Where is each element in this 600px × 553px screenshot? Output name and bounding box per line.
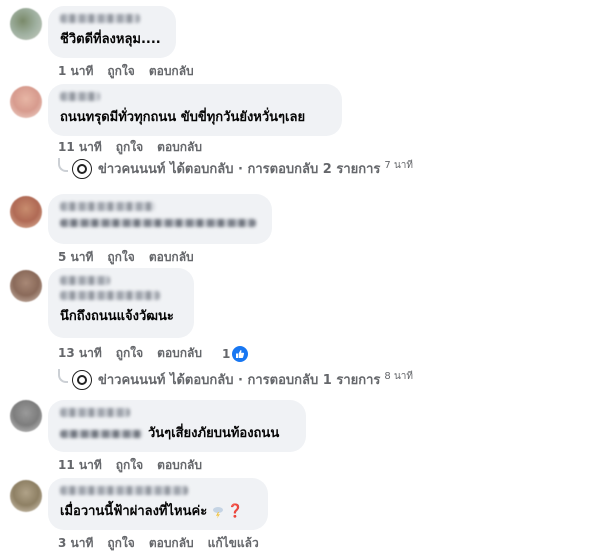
- commenter-name-blurred[interactable]: [60, 486, 188, 495]
- reply-summary: ข่าวคนนนท์ ได้ตอบกลับ · การตอบกลับ 2 ราย…: [98, 162, 381, 177]
- avatar[interactable]: [10, 86, 42, 118]
- comment-actions: 3 นาที ถูกใจ ตอบกลับ แก้ไขแล้ว: [58, 534, 273, 553]
- thread-connector: [58, 157, 68, 172]
- commenter-name-blurred[interactable]: [60, 408, 130, 417]
- thread-connector: [58, 368, 68, 383]
- reply-summary-time: 8 นาที: [384, 371, 413, 382]
- like-button[interactable]: ถูกใจ: [107, 534, 134, 553]
- reply-button[interactable]: ตอบกลับ: [149, 534, 194, 553]
- comment-actions: 1 นาที ถูกใจ ตอบกลับ: [58, 62, 208, 81]
- comment-time[interactable]: 11 นาที: [58, 456, 102, 475]
- comment-bubble: [48, 194, 272, 244]
- question-mark-icon: ❓: [227, 504, 244, 519]
- comment-time[interactable]: 1 นาที: [58, 62, 93, 81]
- reply-button[interactable]: ตอบกลับ: [149, 248, 194, 267]
- page-avatar-icon: [72, 158, 92, 179]
- comment-bubble: ชีวิตดีที่ลงหลุม....: [48, 6, 176, 58]
- comment-actions: 5 นาที ถูกใจ ตอบกลับ: [58, 248, 208, 267]
- view-replies-link[interactable]: ข่าวคนนนท์ ได้ตอบกลับ · การตอบกลับ 2 ราย…: [58, 157, 413, 179]
- comment-bubble: เมื่อวานนี้ฟ้าผ่าลงที่ไหนค่ะ ❓: [48, 478, 268, 530]
- avatar[interactable]: [10, 196, 42, 228]
- comment-body: วันๆเสี่ยงภัยบนท้องถนน: [60, 425, 294, 443]
- like-button[interactable]: ถูกใจ: [116, 138, 143, 157]
- reply-button[interactable]: ตอบกลับ: [157, 456, 202, 475]
- comment-time[interactable]: 5 นาที: [58, 248, 93, 267]
- page-avatar-icon: [72, 369, 92, 390]
- avatar[interactable]: [10, 480, 42, 512]
- comment-actions: 11 นาที ถูกใจ ตอบกลับ: [58, 138, 216, 157]
- avatar[interactable]: [10, 400, 42, 432]
- like-button[interactable]: ถูกใจ: [116, 456, 143, 475]
- comment-text: เมื่อวานนี้ฟ้าผ่าลงที่ไหนค่ะ: [60, 504, 208, 519]
- comment-text-row: เมื่อวานนี้ฟ้าผ่าลงที่ไหนค่ะ ❓: [60, 503, 256, 521]
- comment-text: นึกถึงถนนแจ้งวัฒนะ: [60, 309, 174, 324]
- comment-text: ชีวิตดีที่ลงหลุม....: [60, 32, 161, 47]
- like-button[interactable]: ถูกใจ: [107, 62, 134, 81]
- reply-button[interactable]: ตอบกลับ: [149, 62, 194, 81]
- comment-text-blurred: [60, 430, 142, 438]
- avatar[interactable]: [10, 270, 42, 302]
- comment-text: วันๆเสี่ยงภัยบนท้องถนน: [148, 426, 280, 441]
- comment-text: ถนนทรุดมีทั่วทุกถนน ขับขี่ทุกวันยังหวั่น…: [60, 110, 306, 125]
- reaction-count: 1: [222, 346, 231, 361]
- comment-actions: 13 นาที ถูกใจ ตอบกลับ 1: [58, 344, 249, 363]
- like-button[interactable]: ถูกใจ: [116, 344, 143, 363]
- comment-bubble: วันๆเสี่ยงภัยบนท้องถนน: [48, 400, 306, 452]
- reply-summary: ข่าวคนนนท์ ได้ตอบกลับ · การตอบกลับ 1 ราย…: [98, 373, 381, 388]
- commenter-name-blurred[interactable]: [60, 276, 110, 285]
- lightning-cloud-icon: [211, 505, 225, 519]
- comment-actions: 11 นาที ถูกใจ ตอบกลับ: [58, 456, 216, 475]
- comment-time[interactable]: 3 นาที: [58, 534, 93, 553]
- comment-time[interactable]: 11 นาที: [58, 138, 102, 157]
- reply-button[interactable]: ตอบกลับ: [157, 344, 202, 363]
- comment-bubble: ถนนทรุดมีทั่วทุกถนน ขับขี่ทุกวันยังหวั่น…: [48, 84, 342, 136]
- comment-time[interactable]: 13 นาที: [58, 344, 102, 363]
- edited-label[interactable]: แก้ไขแล้ว: [208, 534, 259, 553]
- reply-summary-time: 7 นาที: [384, 160, 413, 171]
- like-reaction-icon: [232, 345, 249, 362]
- commenter-name-blurred[interactable]: [60, 92, 100, 101]
- commenter-name-blurred[interactable]: [60, 14, 140, 23]
- comment-bubble: นึกถึงถนนแจ้งวัฒนะ: [48, 268, 194, 338]
- comment-text-blurred: [60, 219, 256, 227]
- avatar[interactable]: [10, 8, 42, 40]
- reaction-summary[interactable]: 1: [222, 345, 249, 362]
- like-button[interactable]: ถูกใจ: [107, 248, 134, 267]
- reply-button[interactable]: ตอบกลับ: [157, 138, 202, 157]
- commenter-name-blurred: [60, 291, 160, 300]
- commenter-name-blurred[interactable]: [60, 202, 155, 211]
- view-replies-link[interactable]: ข่าวคนนนท์ ได้ตอบกลับ · การตอบกลับ 1 ราย…: [58, 368, 413, 390]
